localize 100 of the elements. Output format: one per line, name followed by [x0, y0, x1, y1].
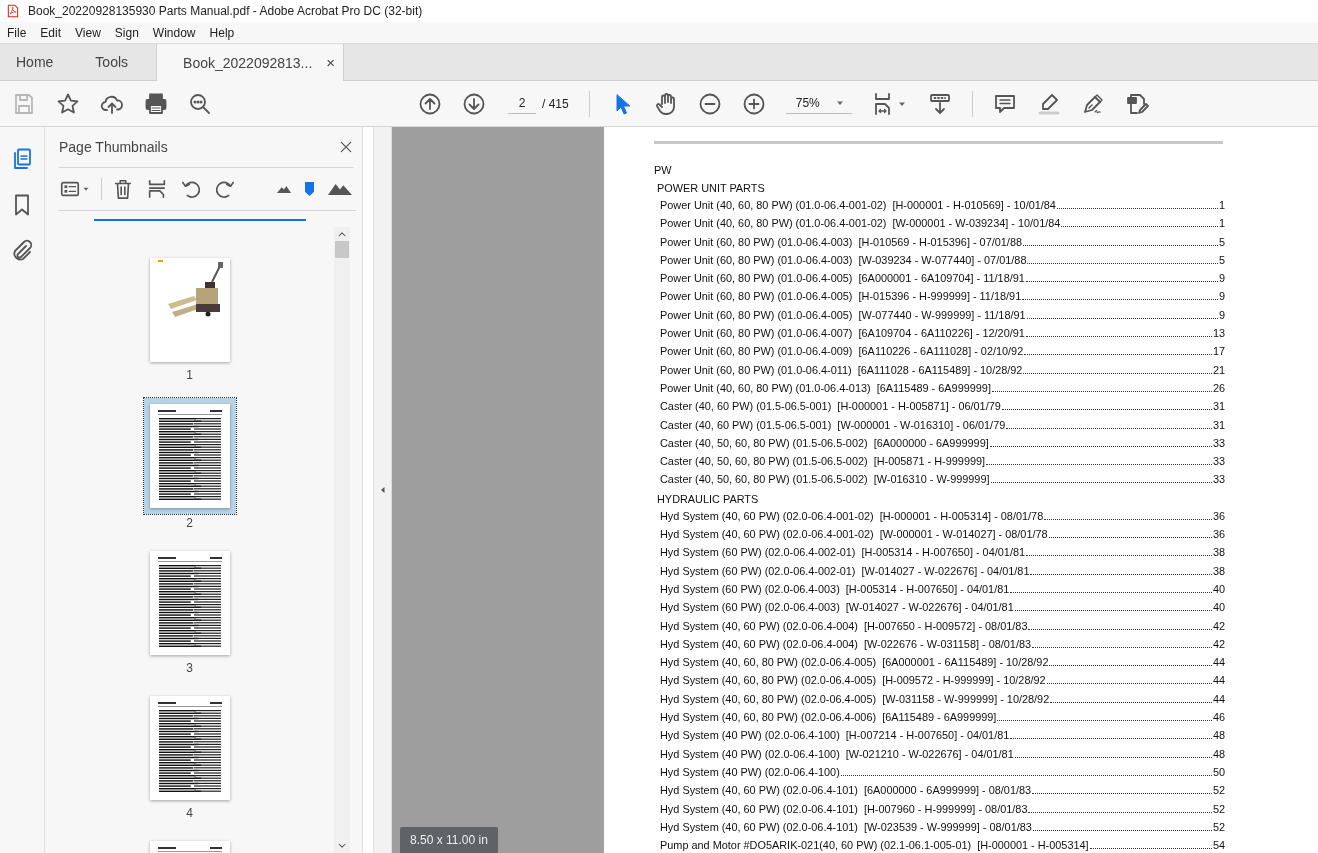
page-number[interactable]: 54: [1212, 839, 1225, 852]
page-number[interactable]: 38: [1212, 546, 1225, 559]
page-number[interactable]: 40: [1212, 601, 1225, 614]
menu-item[interactable]: Window: [152, 25, 196, 40]
toc-entry[interactable]: Hyd System (40, 60 PW) (02.0-06.4-101) [H-007960 - H-999999] - 08/01/83: [660, 802, 1028, 815]
toc-entry[interactable]: Power Unit (60, 80 PW) (01.0-06.4-009) [6A110226 - 6A111028] - 02/10/92: [660, 345, 1024, 358]
page-number[interactable]: 52: [1212, 820, 1225, 833]
large-mountain-icon[interactable]: [328, 183, 352, 195]
page-number[interactable]: 38: [1212, 564, 1225, 577]
page-number[interactable]: 52: [1212, 784, 1225, 797]
toc-entry[interactable]: Hyd System (40, 60 PW) (02.0-06.4-001-02) [H-000001 - H-005314] - 08/01/78: [660, 509, 1044, 522]
next-page-icon[interactable]: [462, 91, 486, 116]
toc-entry[interactable]: Power Unit (60, 80 PW) (01.0-06.4-005) [6A000001 - 6A109704] - 11/18/91: [660, 272, 1025, 285]
page-number[interactable]: 48: [1212, 729, 1225, 742]
page-thumbnail[interactable]: [149, 696, 230, 800]
page-number[interactable]: 36: [1212, 528, 1225, 541]
page-number[interactable]: 48: [1212, 747, 1225, 760]
menu-item[interactable]: Edit: [40, 25, 62, 40]
toc-entry[interactable]: Hyd System (40, 60 PW) (02.0-06.4-101) [W-023539 - W-999999] - 08/01/83: [660, 820, 1032, 833]
tab[interactable]: Book_2022092813... ×: [156, 44, 345, 81]
tab[interactable]: Home: [0, 44, 78, 80]
page-number-field[interactable]: 2: [508, 93, 536, 114]
toc-entry[interactable]: Hyd System (40, 60, 80 PW) (02.0-06.4-006) [6A115489 - 6A999999]: [660, 711, 997, 723]
toc-entry[interactable]: Hyd System (60 PW) (02.0-06.4-002-01) [H-005314 - H-007650] - 04/01/81: [660, 546, 1026, 559]
page-number[interactable]: 1: [1218, 217, 1225, 230]
toc-entry[interactable]: Hyd System (60 PW) (02.0-06.4-003) [W-014027 - W-022676] - 04/01/81: [660, 601, 1014, 614]
menu-item[interactable]: Help: [209, 25, 235, 40]
menu-item[interactable]: File: [7, 25, 27, 40]
toc-entry[interactable]: Hyd System (40 PW) (02.0-06.4-100): [660, 765, 840, 778]
page-number[interactable]: 44: [1212, 692, 1225, 705]
small-mountain-icon[interactable]: [277, 185, 291, 193]
paperclip-icon[interactable]: [10, 239, 34, 263]
toc-entry[interactable]: Power Unit (60, 80 PW) (01.0-06.4-003) [H-010569 - H-015396] - 07/01/88: [660, 235, 1022, 248]
page-number[interactable]: 44: [1212, 656, 1225, 669]
page-number[interactable]: 44: [1212, 674, 1225, 687]
page-number[interactable]: 31: [1212, 418, 1225, 431]
menu-item[interactable]: View: [75, 25, 101, 40]
menu-item[interactable]: Sign: [114, 25, 139, 40]
zoom-dropdown[interactable]: 75%: [785, 93, 852, 114]
page-number[interactable]: 52: [1212, 802, 1225, 815]
tab-close-button[interactable]: ×: [326, 54, 336, 71]
toc-entry[interactable]: Power Unit (40, 60, 80 PW) (01.0-06.4-001-02) [H-000001 - H-010569] - 10/01/84: [660, 199, 1056, 211]
scrollbar[interactable]: [334, 227, 350, 853]
toc-entry[interactable]: Caster (40, 60 PW) (01.5-06.5-001) [W-000001 - W-016310] - 06/01/79: [660, 418, 1006, 431]
toc-entry[interactable]: Hyd System (40, 60 PW) (02.0-06.4-004) [W-022676 - W-031158] - 08/01/83: [660, 637, 1032, 650]
toc-entry[interactable]: Hyd System (40, 60 PW) (02.0-06.4-004) [H-007650 - H-009572] - 08/01/83: [660, 619, 1028, 632]
trash-icon[interactable]: [112, 178, 134, 200]
toc-entry[interactable]: Hyd System (40, 60, 80 PW) (02.0-06.4-005) [W-031158 - W-999999] - 10/28/92: [660, 692, 1050, 705]
toc-entry[interactable]: Hyd System (40, 60 PW) (02.0-06.4-101) [6A000000 - 6A999999] - 08/01/83: [660, 784, 1032, 797]
page-number[interactable]: 31: [1212, 400, 1225, 413]
insert-page-icon[interactable]: [146, 178, 168, 200]
page-number[interactable]: 33: [1212, 473, 1225, 486]
page-number[interactable]: 33: [1212, 455, 1225, 468]
scroll-mode-icon[interactable]: [927, 91, 952, 116]
page-number[interactable]: 36: [1212, 509, 1225, 522]
page-number[interactable]: 1: [1218, 199, 1225, 211]
toc-entry[interactable]: Caster (40, 50, 60, 80 PW) (01.5-06.5-002) [H-005871 - H-999999]: [660, 455, 986, 468]
toc-entry[interactable]: Power Unit (40, 60, 80 PW) (01.0-06.4-013) [6A115489 - 6A999999]: [660, 381, 991, 394]
zoom-in-icon[interactable]: [741, 91, 766, 116]
page-number[interactable]: 33: [1212, 436, 1225, 449]
toc-entry[interactable]: Caster (40, 60 PW) (01.5-06.5-001) [H-000001 - H-005871] - 06/01/79: [660, 400, 1001, 413]
toc-entry[interactable]: Power Unit (40, 60, 80 PW) (01.0-06.4-001-02) [W-000001 - W-039234] - 10/01/84: [660, 217, 1061, 230]
toc-entry[interactable]: Caster (40, 50, 60, 80 PW) (01.5-06.5-002) [6A000000 - 6A999999]: [660, 436, 989, 449]
toc-entry[interactable]: Hyd System (40, 60 PW) (02.0-06.4-001-02) [W-000001 - W-014027] - 08/01/78: [660, 528, 1048, 541]
page-number[interactable]: 42: [1212, 637, 1225, 650]
page-number[interactable]: 46: [1212, 711, 1225, 723]
edit-document-icon[interactable]: [1124, 91, 1149, 116]
toc-entry[interactable]: Pump and Motor #DO5ARIK-021(40, 60 PW) (02.1-06.1-005-01) [H-000001 - H-005314]: [660, 839, 1089, 852]
toc-entry[interactable]: Caster (40, 50, 60, 80 PW) (01.5-06.5-002) [W-016310 - W-999999]: [660, 473, 990, 486]
page-number[interactable]: 26: [1212, 381, 1225, 394]
slider-handle[interactable]: [305, 182, 314, 196]
print-icon[interactable]: [144, 91, 168, 116]
highlighter-icon[interactable]: [1036, 91, 1061, 116]
search-icon[interactable]: [188, 91, 212, 116]
previous-page-icon[interactable]: [418, 91, 442, 116]
toc-entry[interactable]: Power Unit (60, 80 PW) (01.0-06.4-005) [W-077440 - W-999999] - 11/18/91: [660, 308, 1026, 321]
toc-entry[interactable]: Hyd System (60 PW) (02.0-06.4-002-01) [W-014027 - W-022676] - 04/01/81: [660, 564, 1030, 577]
page-number[interactable]: 9: [1218, 290, 1225, 303]
page-number[interactable]: 9: [1218, 272, 1225, 285]
toc-entry[interactable]: Power Unit (60, 80 PW) (01.0-06.4-003) [W-039234 - W-077440] - 07/01/88: [660, 253, 1027, 266]
scrollbar-thumb[interactable]: [335, 241, 349, 258]
page-number[interactable]: 9: [1218, 308, 1225, 321]
close-icon[interactable]: [338, 139, 354, 155]
toc-entry[interactable]: Hyd System (40 PW) (02.0-06.4-100) [W-021210 - W-022676] - 04/01/81: [660, 747, 1014, 760]
toc-entry[interactable]: Hyd System (40, 60, 80 PW) (02.0-06.4-005) [H-009572 - H-999999] - 10/28/92: [660, 674, 1046, 687]
zoom-out-icon[interactable]: [697, 91, 722, 116]
page-number[interactable]: 40: [1212, 582, 1225, 595]
toc-entry[interactable]: Power Unit (60, 80 PW) (01.0-06.4-007) [6A109704 - 6A110226] - 12/20/91: [660, 327, 1025, 340]
page-number[interactable]: 50: [1212, 765, 1225, 778]
toc-entry[interactable]: Hyd System (60 PW) (02.0-06.4-003) [H-005314 - H-007650] - 04/01/81: [660, 582, 1010, 595]
page-thumbnail[interactable]: [143, 398, 236, 514]
toc-entry[interactable]: Hyd System (40, 60, 80 PW) (02.0-06.4-005) [6A000001 - 6A115489] - 10/28/92: [660, 656, 1049, 669]
page-number[interactable]: 5: [1218, 253, 1225, 266]
page-thumbnail[interactable]: [149, 551, 230, 655]
tab[interactable]: Tools: [77, 44, 147, 80]
page-number[interactable]: 17: [1212, 345, 1225, 358]
toc-entry[interactable]: Hyd System (40 PW) (02.0-06.4-100) [H-007214 - H-007650] - 04/01/81: [660, 729, 1010, 742]
page-number[interactable]: 5: [1218, 235, 1225, 248]
page-number[interactable]: 13: [1212, 327, 1225, 340]
toc-entry[interactable]: Power Unit (60, 80 PW) (01.0-06.4-005) [H-015396 - H-999999] - 11/18/91: [660, 290, 1022, 303]
